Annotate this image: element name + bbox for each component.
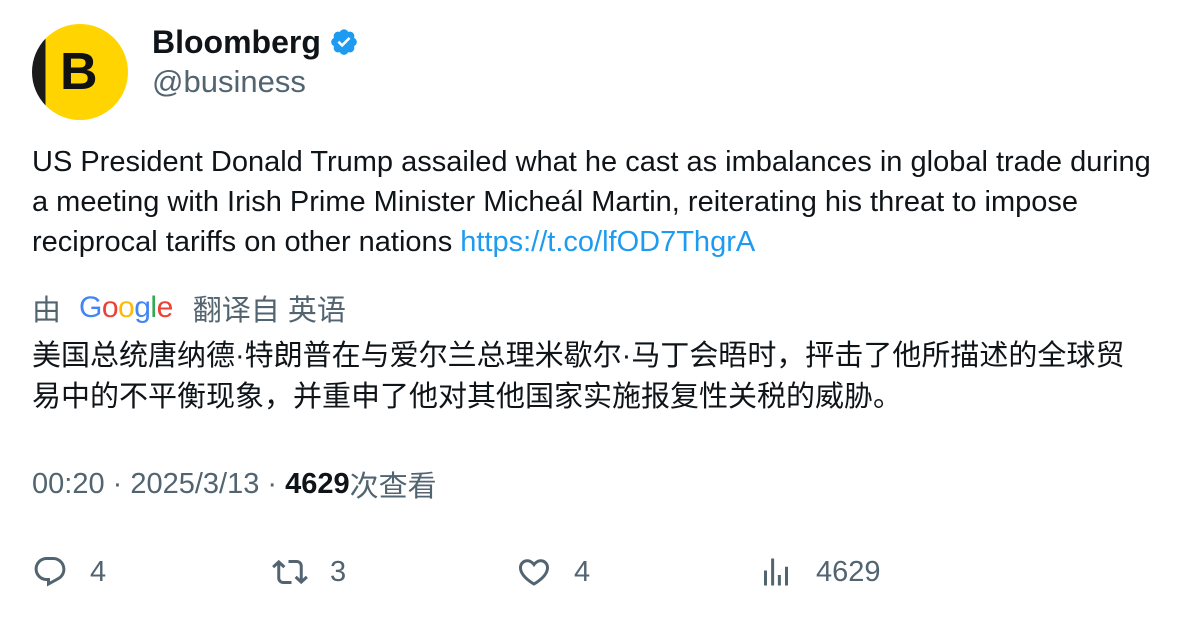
like-count: 4 — [574, 555, 591, 588]
user-handle[interactable]: @business — [152, 64, 306, 100]
google-logo-letter: o — [118, 291, 135, 324]
google-logo-letter: G — [79, 291, 102, 324]
avatar[interactable]: B — [32, 24, 128, 120]
views-count: 4629 — [285, 467, 350, 500]
retweet-button[interactable]: 3 — [272, 552, 346, 592]
views-label: 次查看 — [349, 471, 437, 503]
translated-text: 美国总统唐纳德·特朗普在与爱尔兰总理米歇尔·马丁会晤时，抨击了他所描述的全球贸易… — [32, 340, 1125, 413]
like-button[interactable]: 4 — [516, 552, 590, 592]
tweet-header: B Bloomberg @business — [32, 24, 1132, 120]
translation-by-label: 由 — [32, 295, 62, 327]
retweet-icon — [272, 559, 308, 585]
tweet-time[interactable]: 00:20 — [32, 468, 105, 501]
reply-button[interactable]: 4 — [32, 552, 106, 592]
views-action-count: 4629 — [816, 555, 881, 588]
avatar-logo-letter: B — [60, 43, 98, 101]
translation-attribution: 由 Google 翻译自 英语 — [32, 288, 346, 328]
retweet-count: 3 — [330, 555, 347, 588]
display-name[interactable]: Bloomberg — [152, 24, 321, 61]
google-logo-letter: g — [134, 291, 151, 324]
google-logo-letter: o — [101, 291, 119, 324]
tweet-text: US President Donald Trump assailed what … — [32, 142, 1152, 262]
meta-separator: · — [104, 467, 131, 500]
tweet-date[interactable]: 2025/3/13 — [130, 468, 259, 501]
tweet-meta: 00:20 · 2025/3/13 · 4629 次查看 — [32, 466, 437, 504]
reply-count: 4 — [90, 555, 107, 588]
google-logo-letter: e — [156, 291, 174, 324]
views-button[interactable]: 4629 — [758, 552, 881, 592]
heart-icon — [518, 559, 550, 586]
verified-badge-icon — [331, 29, 357, 55]
reply-icon — [34, 557, 66, 587]
analytics-icon — [764, 558, 788, 586]
action-bar: 4 3 4 4629 — [32, 552, 1152, 592]
translation-from-label[interactable]: 翻译自 英语 — [193, 287, 346, 329]
meta-separator-2: · — [259, 467, 286, 500]
google-logo: Google — [79, 291, 173, 325]
tweet-link[interactable]: https://t.co/lfOD7ThgrA — [460, 226, 755, 258]
name-row: Bloomberg — [152, 24, 359, 60]
